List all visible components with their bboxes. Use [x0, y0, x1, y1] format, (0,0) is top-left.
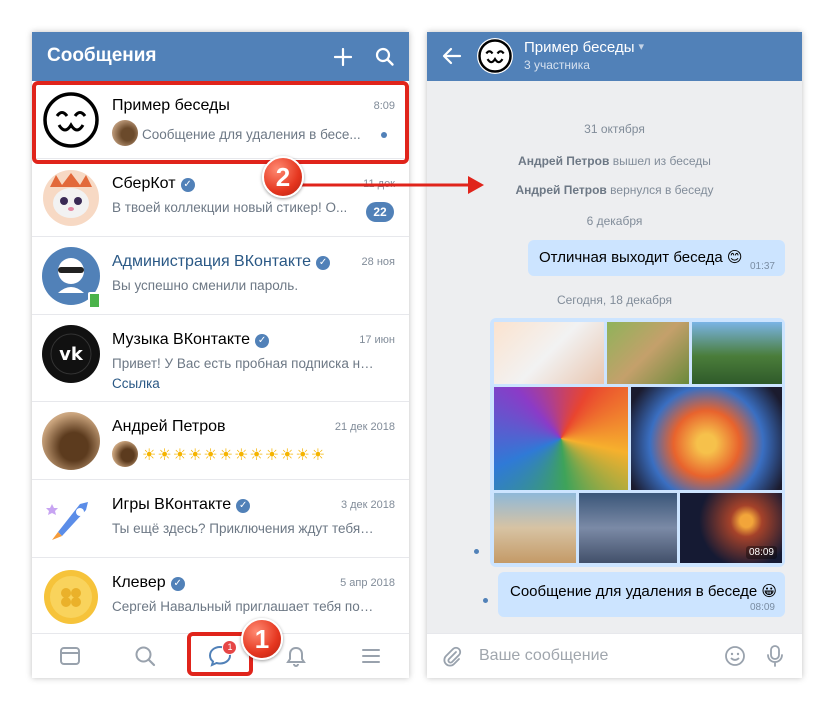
- chat-members-count: 3 участника: [524, 58, 590, 72]
- clover-coin-icon: [44, 570, 98, 624]
- verified-icon: ✓: [170, 577, 185, 591]
- conversation-time: 5 апр 2018: [340, 577, 395, 589]
- conversation-preview: Привет! У Вас есть пробная подписка на о…: [112, 356, 377, 371]
- page-title: Сообщения: [47, 45, 157, 66]
- photo-colorful-cat[interactable]: [494, 387, 628, 490]
- conversation-name: Игры ВКонтакте ✓: [112, 496, 251, 514]
- conversation-name: Администрация ВКонтакте ✓: [112, 253, 331, 271]
- conversation-item[interactable]: Клевер ✓ 5 апр 2018 Сергей Навальный приг…: [32, 558, 409, 636]
- online-mobile-icon: [88, 292, 101, 309]
- search-icon: [135, 646, 156, 667]
- verified-icon: ✓: [180, 178, 195, 192]
- photo-time: 08:09: [745, 546, 777, 559]
- conversation-time: 17 июн: [359, 334, 395, 346]
- nav-menu[interactable]: [351, 636, 391, 676]
- smiley-face-icon: [478, 39, 512, 73]
- avatar: vk: [42, 325, 100, 383]
- date-separator: Сегодня, 18 декабря: [556, 293, 673, 307]
- unread-indicator: [483, 598, 488, 603]
- conversation-preview: Ты ещё здесь? Приключения ждут тебя. Н..…: [112, 521, 377, 536]
- unread-indicator: [474, 549, 479, 554]
- message-bubble[interactable]: Сообщение для удаления в беседе 😀 08:09: [498, 572, 785, 617]
- verified-icon: ✓: [255, 334, 270, 348]
- message-bubble[interactable]: Отличная выходит беседа 😊 01:37: [528, 240, 785, 276]
- photo-attachment-bubble[interactable]: 08:09: [490, 318, 785, 567]
- service-message: Андрей Петров вышел из беседы: [518, 154, 711, 168]
- paperclip-icon: [443, 646, 462, 667]
- search-icon: [375, 47, 394, 66]
- conversation-item[interactable]: vk Музыка ВКонтакте ✓ 17 июн Привет! У Ва…: [32, 315, 409, 402]
- smile-icon: [725, 646, 745, 666]
- photo-landscape[interactable]: [692, 322, 782, 384]
- conversation-time: 3 дек 2018: [340, 499, 395, 511]
- newsfeed-icon: [59, 647, 80, 665]
- arrow-right-icon: [300, 176, 484, 194]
- unread-count-badge: 22: [366, 202, 394, 222]
- messages-header: Сообщения: [32, 32, 409, 81]
- conversation-name: Андрей Петров: [112, 418, 226, 435]
- nav-search[interactable]: [125, 636, 165, 676]
- arrow-left-icon: [442, 47, 462, 65]
- conversation-item[interactable]: Игры ВКонтакте ✓ 3 дек 2018 Ты ещё здесь?…: [32, 480, 409, 558]
- conversation-time: 28 ноя: [361, 256, 395, 268]
- new-conversation-button[interactable]: [330, 44, 356, 70]
- avatar: [42, 412, 100, 470]
- conversation-highlight: [32, 81, 409, 164]
- photo-city-night[interactable]: [579, 493, 677, 563]
- search-button[interactable]: [372, 44, 398, 70]
- verified-icon: ✓: [236, 499, 251, 513]
- conversation-item[interactable]: Администрация ВКонтакте ✓ 28 ноя Вы успеш…: [32, 237, 409, 315]
- conversation-name: СберКот ✓: [112, 175, 195, 193]
- back-button[interactable]: [441, 45, 463, 72]
- photo-arctic-fox[interactable]: [494, 322, 604, 384]
- sberkot-avatar-icon: [43, 170, 99, 226]
- chat-header: Пример беседы ▾ 3 участника: [427, 32, 802, 81]
- conversation-preview: ☀☀☀☀☀☀☀☀☀☀☀☀: [142, 447, 327, 464]
- microphone-icon: [767, 645, 783, 667]
- rocket-avatar-icon: [46, 502, 88, 540]
- chat-avatar[interactable]: [477, 38, 513, 74]
- message-time: 08:09: [749, 602, 775, 613]
- conversation-name: Музыка ВКонтакте ✓: [112, 331, 270, 349]
- sender-avatar: [112, 441, 138, 467]
- photo-kitten[interactable]: [607, 322, 689, 384]
- chat-screen: Пример беседы ▾ 3 участника 31 октября Ан…: [427, 32, 802, 678]
- date-separator: 6 декабря: [586, 214, 643, 228]
- photo-colorful-tiger[interactable]: [631, 387, 782, 490]
- verified-icon: ✓: [316, 256, 331, 270]
- avatar: [42, 568, 100, 626]
- conversation-name: Клевер ✓: [112, 574, 185, 592]
- date-separator: 31 октября: [584, 122, 645, 136]
- message-composer: Ваше сообщение: [427, 633, 802, 678]
- conversation-time: 21 дек 2018: [334, 421, 395, 433]
- conversation-list: Пример беседы 8:09 Сообщение для удалени…: [32, 81, 409, 636]
- conversation-preview: Сергей Навальный приглашает тебя пора...: [112, 599, 377, 614]
- preview-link[interactable]: Ссылка: [112, 376, 160, 391]
- menu-icon: [362, 649, 381, 663]
- photo-fireworks[interactable]: 08:09: [680, 493, 782, 563]
- conversation-item[interactable]: Андрей Петров 21 дек 2018 ☀☀☀☀☀☀☀☀☀☀☀☀: [32, 402, 409, 480]
- attach-button[interactable]: [441, 645, 463, 672]
- nav-news[interactable]: [50, 636, 90, 676]
- conversation-preview: В твоей коллекции новый стикер! О...: [112, 200, 348, 215]
- avatar: [42, 169, 100, 227]
- step-2-badge: 2: [262, 156, 304, 198]
- conversation-preview: Вы успешно сменили пароль.: [112, 278, 299, 293]
- svg-text:vk: vk: [59, 344, 84, 365]
- message-input[interactable]: Ваше сообщение: [479, 647, 608, 665]
- bell-icon: [285, 646, 306, 667]
- vk-music-avatar-icon: vk: [44, 327, 98, 381]
- emoji-button[interactable]: [724, 645, 746, 672]
- message-time: 01:37: [749, 261, 775, 272]
- photo-pug[interactable]: [494, 493, 576, 563]
- step-1-badge: 1: [241, 618, 283, 660]
- chevron-down-icon: ▾: [638, 41, 645, 53]
- plus-icon: [334, 48, 352, 66]
- chat-title[interactable]: Пример беседы ▾: [524, 39, 644, 56]
- avatar: [42, 490, 100, 548]
- message-text: Отличная выходит беседа 😊: [539, 249, 743, 266]
- voice-message-button[interactable]: [765, 644, 785, 673]
- message-text: Сообщение для удаления в беседе 😀: [510, 583, 778, 600]
